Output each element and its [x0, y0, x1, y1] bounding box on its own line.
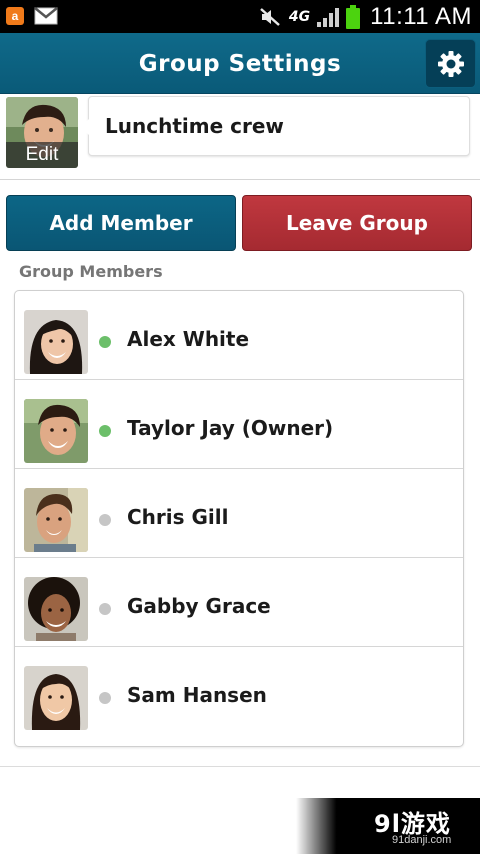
group-header: Edit Lunchtime crew — [0, 94, 480, 180]
avatar — [24, 577, 88, 641]
title-bar: Group Settings — [0, 33, 480, 94]
watermark: 9l游戏 91danji.com — [296, 798, 480, 854]
network-type-label: 4G — [288, 9, 311, 25]
group-name-field[interactable]: Lunchtime crew — [80, 96, 470, 156]
gmail-icon — [34, 7, 58, 25]
app-notification-icon: a — [6, 7, 24, 25]
page-title: Group Settings — [138, 50, 342, 77]
mute-icon — [260, 8, 280, 26]
group-members-heading: Group Members — [19, 262, 163, 281]
member-name: Chris Gill — [127, 505, 229, 529]
avatar — [24, 666, 88, 730]
battery-icon — [346, 5, 361, 29]
member-name: Alex White — [127, 327, 250, 351]
edit-photo-label[interactable]: Edit — [6, 142, 78, 168]
member-row-alex-white[interactable]: Alex White — [15, 291, 463, 380]
clock: 11:11 AM — [370, 3, 472, 30]
watermark-url: 91danji.com — [392, 834, 452, 846]
member-row-sam-hansen[interactable]: Sam Hansen — [15, 647, 463, 736]
member-row-taylor-jay[interactable]: Taylor Jay (Owner) — [15, 380, 463, 469]
offline-status-dot — [99, 603, 111, 615]
member-name: Gabby Grace — [127, 594, 271, 618]
group-photo[interactable]: Edit — [6, 97, 78, 168]
signal-icon — [317, 8, 340, 27]
avatar — [24, 399, 88, 463]
online-status-dot — [99, 425, 111, 437]
divider — [0, 766, 480, 767]
leave-group-button[interactable]: Leave Group — [242, 195, 472, 251]
member-name: Taylor Jay (Owner) — [127, 416, 334, 440]
offline-status-dot — [99, 514, 111, 526]
member-name: Sam Hansen — [127, 683, 267, 707]
status-bar: a 4G 11:11 AM — [0, 0, 480, 33]
add-member-button[interactable]: Add Member — [6, 195, 236, 251]
gear-icon — [437, 50, 464, 77]
avatar — [24, 488, 88, 552]
member-row-gabby-grace[interactable]: Gabby Grace — [15, 558, 463, 647]
member-row-chris-gill[interactable]: Chris Gill — [15, 469, 463, 558]
members-list: Alex White Taylor Jay (Owner) Chris Gill… — [14, 290, 464, 747]
settings-button[interactable] — [425, 39, 476, 88]
offline-status-dot — [99, 692, 111, 704]
online-status-dot — [99, 336, 111, 348]
avatar — [24, 310, 88, 374]
